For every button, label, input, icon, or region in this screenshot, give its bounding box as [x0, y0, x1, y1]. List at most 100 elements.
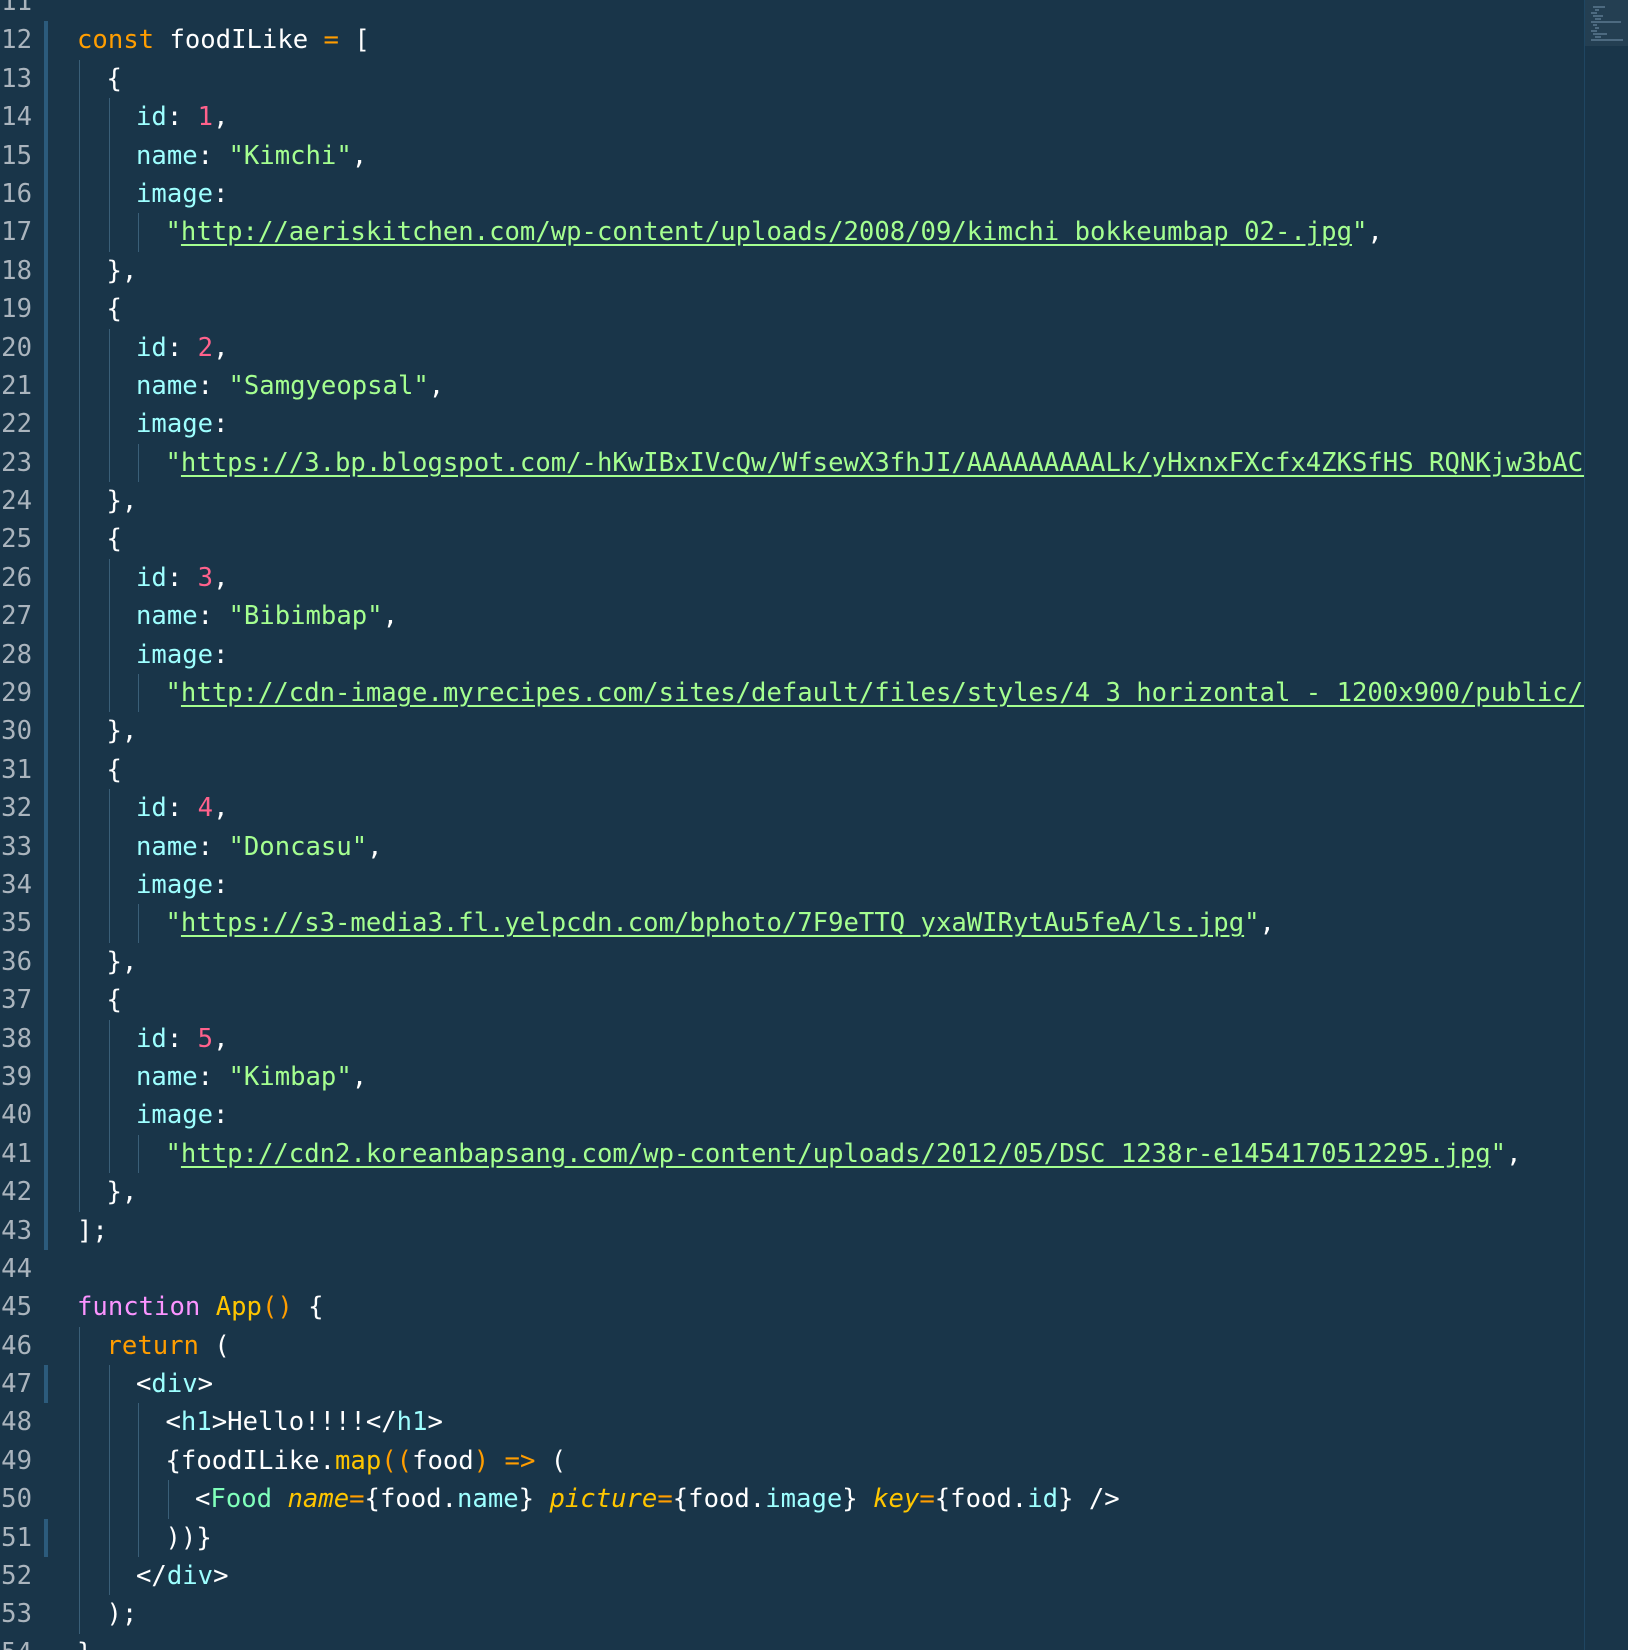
code-line[interactable]: 43]; — [0, 1211, 1585, 1250]
code-line[interactable]: 28 image: — [0, 635, 1585, 675]
code-token: : — [213, 639, 229, 670]
code-token: id — [136, 102, 167, 133]
minimap-line — [1595, 18, 1601, 20]
code-editor[interactable]: 11 12 const foodILike = [13{14 id: 1, 15 name… — [0, 0, 1628, 1650]
code-token: }, — [106, 716, 138, 747]
code-line[interactable]: 17 "http://aeriskitchen.com/wp-content/up… — [0, 213, 1585, 252]
code-line[interactable]: 41 "http://cdn2.koreanbapsang.com/wp-cont… — [0, 1134, 1585, 1174]
code-token: = — [657, 1484, 673, 1515]
code-line[interactable]: 50 <Food name={food.name} picture={food.i… — [0, 1480, 1585, 1519]
code-line[interactable]: 26 id: 3, — [0, 558, 1585, 598]
code-line[interactable]: 16 image: — [0, 174, 1585, 214]
code-line[interactable]: 48 <h1>Hello!!!!</h1> — [0, 1403, 1585, 1442]
code-token: : — [213, 869, 229, 900]
code-text: id: 3, — [77, 559, 1585, 597]
code-line[interactable]: 34 image: — [0, 865, 1585, 905]
code-token[interactable]: http://cdn-image.myrecipes.com/sites/def… — [181, 678, 1585, 708]
code-text: { — [77, 520, 1585, 558]
code-token: ( — [198, 1330, 230, 1361]
git-change-marker — [44, 21, 48, 60]
code-line[interactable]: 24}, — [0, 482, 1585, 521]
code-token: Food — [210, 1484, 273, 1515]
code-line[interactable]: 39 name: "Kimbap", — [0, 1057, 1585, 1097]
code-line[interactable]: 18}, — [0, 251, 1585, 291]
code-token[interactable]: https://s3-media3.fl.yelpcdn.com/bphoto/… — [181, 908, 1244, 938]
code-token: , — [382, 601, 398, 632]
code-line[interactable]: 23 "https://3.bp.blogspot.com/-hKwIBxIVcQ… — [0, 443, 1586, 483]
git-change-marker — [44, 597, 48, 636]
git-change-marker — [44, 1057, 48, 1097]
line-number: 30 — [1, 716, 32, 747]
code-line[interactable]: 29 "http://cdn-image.myrecipes.com/sites/… — [0, 674, 1585, 713]
code-line[interactable]: 53); — [0, 1595, 1585, 1634]
code-line[interactable]: 27 name: "Bibimbap", — [0, 597, 1585, 636]
code-token: , — [428, 370, 445, 401]
code-line[interactable]: 37 { — [0, 981, 1585, 1020]
code-line[interactable]: 14 id: 1, — [0, 98, 1585, 137]
code-token: } — [77, 1638, 92, 1650]
line-number: 21 — [1, 370, 32, 401]
code-token: " — [165, 678, 181, 709]
git-change-marker — [44, 789, 48, 828]
line-number: 19 — [1, 294, 32, 325]
minimap[interactable] — [1584, 0, 1628, 1650]
code-token: "Bibimbap" — [228, 601, 383, 632]
git-change-marker — [44, 328, 48, 367]
code-line[interactable]: 13 { — [0, 59, 1585, 99]
code-token[interactable]: http://cdn2.koreanbapsang.com/wp-content… — [181, 1139, 1491, 1169]
code-line[interactable]: 51))} — [0, 1518, 1585, 1558]
line-number: 44 — [1, 1253, 32, 1284]
code-line[interactable]: 54} — [0, 1634, 1585, 1650]
code-token: }, — [106, 255, 138, 286]
code-line[interactable]: 22 image: — [0, 405, 1585, 444]
line-number: 51 — [1, 1522, 32, 1553]
code-line[interactable]: 46 return ( — [0, 1326, 1585, 1366]
git-change-marker — [44, 674, 48, 713]
code-line[interactable]: 52 </div> — [0, 1557, 1585, 1596]
code-line[interactable]: 38 id: 5, — [0, 1019, 1585, 1058]
line-number: 23 — [1, 447, 32, 478]
code-line[interactable]: 47 <div> — [0, 1365, 1585, 1404]
code-line[interactable]: 45 function App() { — [0, 1288, 1585, 1326]
code-line[interactable]: 35 "https://s3-media3.fl.yelpcdn.com/bpho… — [0, 904, 1585, 943]
code-line[interactable]: 32 id: 4, — [0, 789, 1585, 828]
code-line[interactable]: 40 image: — [0, 1096, 1585, 1135]
line-number: 27 — [1, 601, 32, 632]
git-change-marker — [44, 558, 48, 598]
git-change-marker — [44, 1096, 48, 1135]
code-line[interactable]: 20 id: 2, — [0, 328, 1585, 367]
code-token: h1 — [396, 1407, 428, 1438]
code-line[interactable]: 30}, — [0, 712, 1585, 751]
code-line[interactable]: 21 name: "Samgyeopsal", — [0, 366, 1585, 406]
code-token: image — [136, 869, 214, 900]
minimap-line — [1595, 36, 1601, 38]
code-line[interactable]: 11 — [0, 0, 1585, 21]
code-token: , — [213, 102, 229, 133]
line-number: 11 — [1, 0, 32, 17]
code-token: = — [919, 1484, 935, 1515]
code-line[interactable]: 25 { — [0, 520, 1585, 559]
code-text: const foodILike = [ — [77, 21, 1585, 59]
code-token[interactable]: http://aeriskitchen.com/wp-content/uploa… — [181, 217, 1352, 247]
code-line[interactable]: 19 { — [0, 290, 1585, 329]
minimap-line — [1591, 12, 1597, 14]
git-change-marker — [44, 904, 48, 943]
code-text: image: — [77, 866, 1585, 904]
code-token: 1 — [197, 102, 214, 133]
code-line[interactable]: 33 name: "Doncasu", — [0, 827, 1585, 866]
code-line[interactable]: 12 const foodILike = [ — [0, 21, 1585, 60]
code-line[interactable]: 49 {foodILike.map((food) => ( — [0, 1441, 1585, 1481]
line-number: 13 — [1, 63, 32, 94]
code-token: " — [1244, 908, 1260, 939]
code-text: "https://3.bp.blogspot.com/-hKwIBxIVcQw/… — [77, 444, 1586, 482]
code-token[interactable]: https://3.bp.blogspot.com/-hKwIBxIVcQw/W… — [181, 448, 1585, 478]
code-token: 2 — [197, 332, 214, 363]
code-line[interactable]: 42}, — [0, 1173, 1585, 1212]
code-token: : — [166, 562, 198, 593]
code-line[interactable]: 36}, — [0, 942, 1585, 982]
code-lines[interactable]: 11 12 const foodILike = [13{14 id: 1, 15 name… — [0, 0, 1585, 1650]
code-line[interactable]: 31 { — [0, 750, 1585, 790]
code-line[interactable]: 15 name: "Kimchi", — [0, 136, 1585, 175]
code-line[interactable]: 44 — [0, 1250, 1585, 1288]
line-number: 28 — [1, 639, 32, 670]
